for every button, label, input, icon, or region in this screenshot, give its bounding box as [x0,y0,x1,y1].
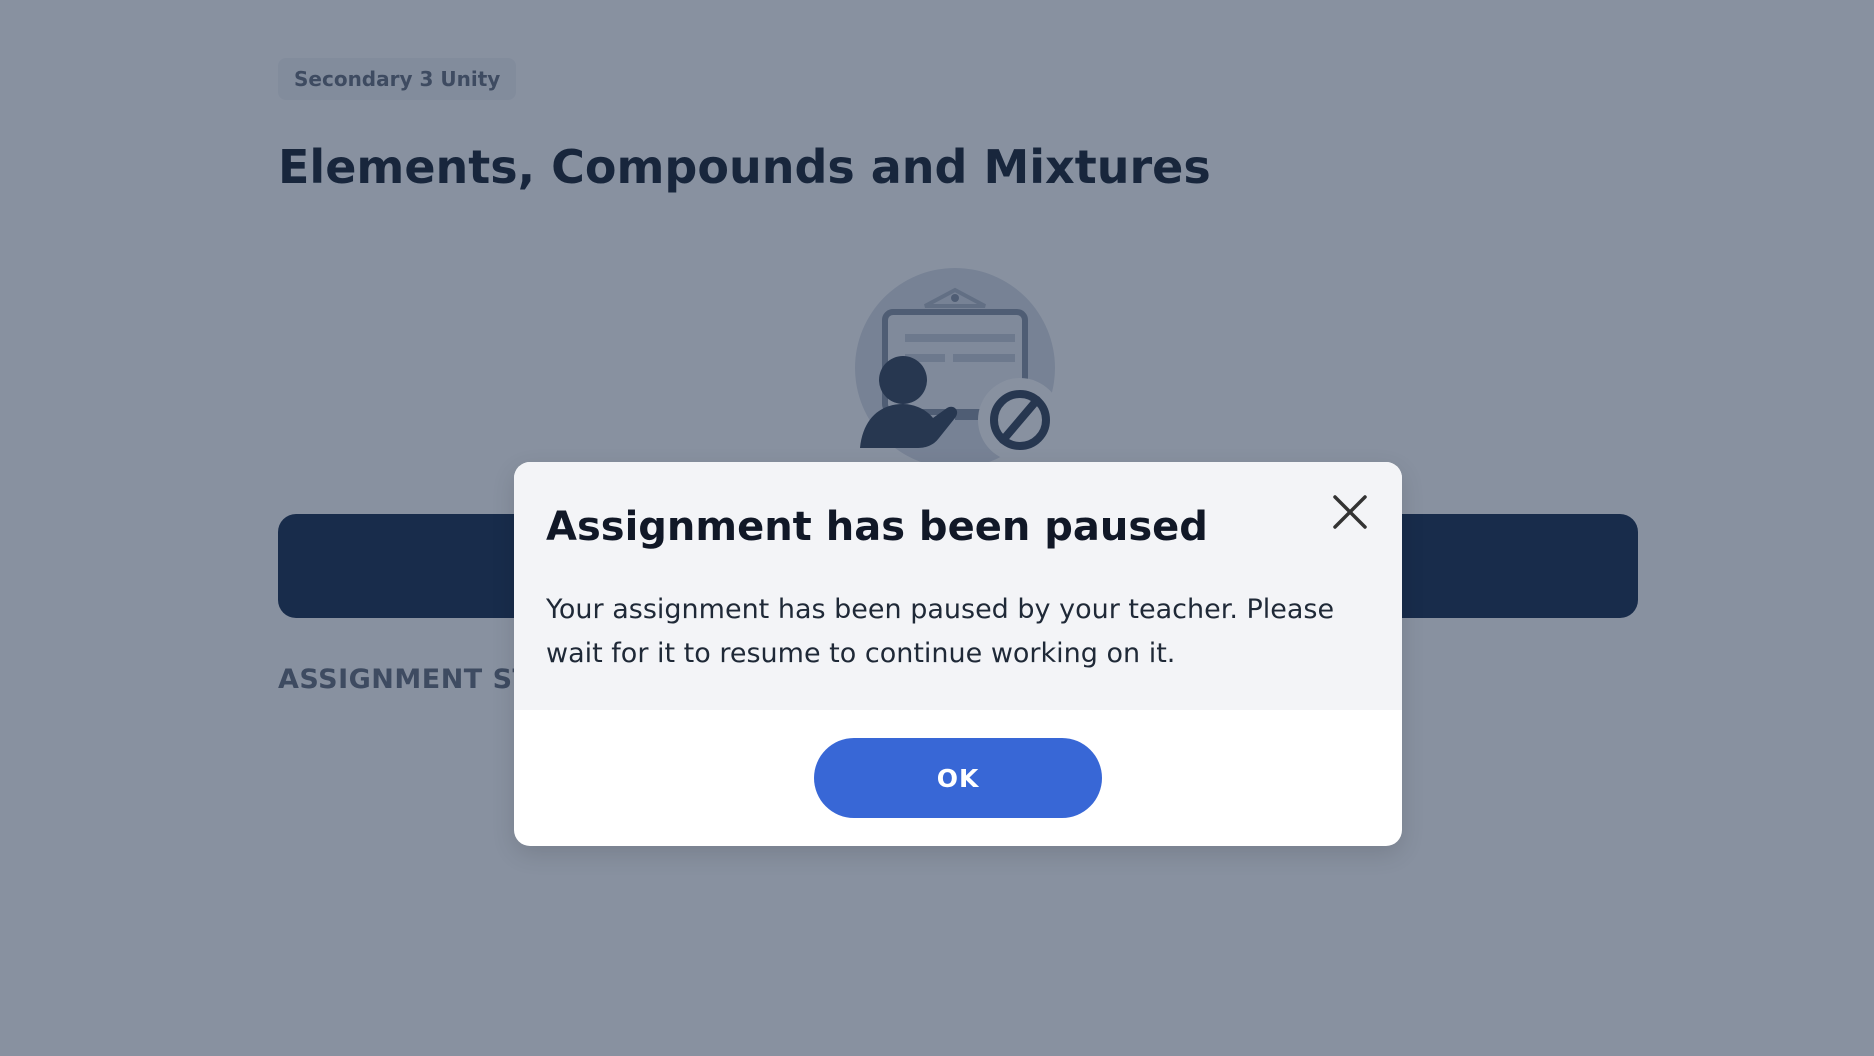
paused-dialog: Assignment has been paused Your assignme… [514,462,1402,846]
dialog-footer: OK [514,710,1402,846]
close-icon [1333,495,1367,529]
dialog-message: Your assignment has been paused by your … [546,594,1335,669]
close-button[interactable] [1326,488,1374,536]
ok-button[interactable]: OK [814,738,1102,818]
dialog-header: Assignment has been paused Your assignme… [514,462,1402,710]
dialog-title: Assignment has been paused [546,504,1208,550]
